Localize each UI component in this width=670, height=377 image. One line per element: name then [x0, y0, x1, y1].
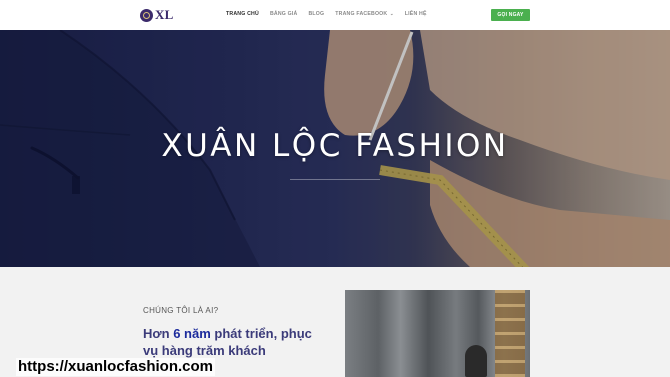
nav-item-facebook[interactable]: TRANG FACEBOOK ⌄	[335, 11, 394, 17]
person-figure	[465, 345, 487, 377]
website-url-overlay: https://xuanlocfashion.com	[16, 358, 216, 376]
clothing-rack	[495, 290, 525, 377]
logo-text: XL	[155, 7, 174, 22]
call-now-button[interactable]: GỌI NGAY	[491, 9, 530, 21]
nav-item-contact[interactable]: LIÊN HỆ	[405, 11, 427, 17]
site-header: XL TRANG CHỦ BẢNG GIÁ BLOG TRANG FACEBOO…	[0, 0, 670, 30]
logo-emblem-icon	[140, 8, 153, 22]
nav-item-home[interactable]: TRANG CHỦ	[226, 11, 259, 17]
about-heading: Hơn 6 năm phát triển, phục vụ hàng trăm …	[143, 325, 328, 359]
hero-title: XUÂN LỘC FASHION	[161, 128, 509, 164]
about-eyebrow: CHÚNG TÔI LÀ AI?	[143, 306, 219, 315]
main-nav: TRANG CHỦ BẢNG GIÁ BLOG TRANG FACEBOOK ⌄…	[226, 11, 438, 17]
nav-item-price-list[interactable]: BẢNG GIÁ	[270, 11, 298, 17]
chevron-down-icon: ⌄	[388, 11, 394, 16]
about-heading-highlight: 6 năm	[173, 326, 211, 341]
shop-photo	[345, 290, 530, 377]
nav-item-blog[interactable]: BLOG	[308, 11, 324, 17]
site-logo[interactable]: XL	[140, 7, 174, 22]
about-heading-pre: Hơn	[143, 326, 174, 341]
hero-divider	[290, 179, 380, 180]
nav-item-facebook-label: TRANG FACEBOOK	[335, 11, 388, 17]
hero-banner: XUÂN LỘC FASHION	[0, 30, 670, 267]
